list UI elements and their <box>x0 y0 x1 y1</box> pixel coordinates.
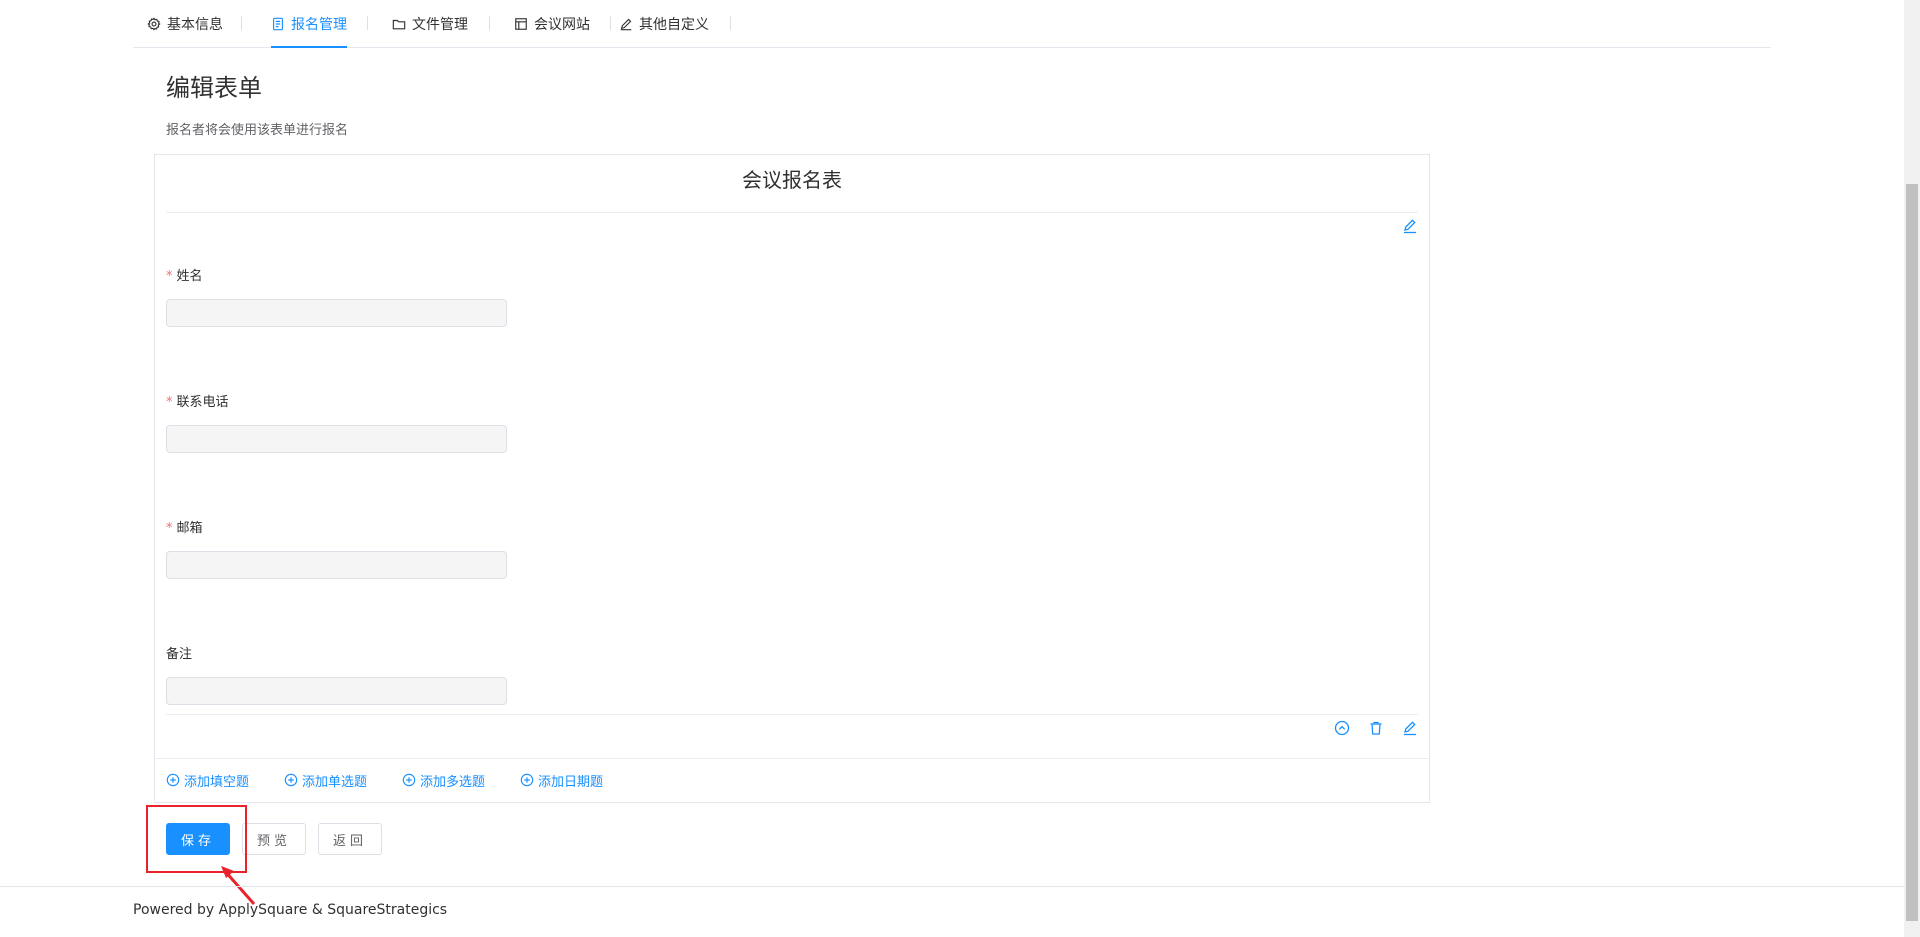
remarks-input[interactable] <box>166 677 507 705</box>
add-fill-blank-link[interactable]: 添加填空题 <box>166 771 249 790</box>
delete-field-button[interactable] <box>1367 719 1385 737</box>
tab-other-custom[interactable]: 其他自定义 <box>619 0 709 47</box>
field-label-name: * 姓名 <box>166 269 203 284</box>
tab-file-management[interactable]: 文件管理 <box>392 0 468 47</box>
form-title: 会议报名表 <box>742 168 842 192</box>
tab-conference-website[interactable]: 会议网站 <box>514 0 590 47</box>
tab-label: 基本信息 <box>167 16 223 33</box>
tab-label: 会议网站 <box>534 16 590 33</box>
plus-circle-icon <box>166 773 180 787</box>
divider <box>166 714 1418 715</box>
edit-icon <box>1404 721 1416 736</box>
edit-field-button[interactable] <box>1401 719 1419 737</box>
scrollbar-thumb[interactable] <box>1906 184 1918 921</box>
form-editor-panel <box>154 154 1430 803</box>
plus-circle-icon <box>520 773 534 787</box>
document-icon <box>273 17 283 30</box>
trash-icon <box>1370 721 1382 735</box>
required-mark: * <box>166 395 173 410</box>
folder-icon <box>392 19 406 29</box>
footer-credit: Powered by ApplySquare & SquareStrategic… <box>133 902 448 918</box>
tab-divider <box>489 16 490 30</box>
annotation-arrow-icon <box>221 866 256 905</box>
edit-title-button[interactable] <box>1401 217 1419 235</box>
plus-circle-icon <box>284 773 298 787</box>
required-mark: * <box>166 521 173 536</box>
tab-bar: 基本信息 报名管理 文件管理 会议网站 其他自定义 <box>133 0 1771 48</box>
page-subtitle: 报名者将会使用该表单进行报名 <box>166 123 349 138</box>
add-multi-choice-link[interactable]: 添加多选题 <box>402 771 485 790</box>
tab-divider <box>610 16 611 30</box>
edit-icon <box>1404 219 1416 234</box>
page-scrollbar[interactable] <box>1904 0 1920 937</box>
tab-label: 报名管理 <box>291 16 347 33</box>
field-label-remarks: 备注 <box>166 647 193 662</box>
field-label-email: * 邮箱 <box>166 521 203 536</box>
tab-label: 其他自定义 <box>639 16 709 33</box>
name-input[interactable] <box>166 299 507 327</box>
gear-icon <box>147 16 161 31</box>
tab-basic-info[interactable]: 基本信息 <box>147 0 223 47</box>
tab-divider <box>730 16 731 30</box>
tab-registration[interactable]: 报名管理 <box>271 0 347 48</box>
add-single-choice-link[interactable]: 添加单选题 <box>284 771 367 790</box>
phone-input[interactable] <box>166 425 507 453</box>
tab-divider <box>367 16 368 30</box>
required-mark: * <box>166 269 173 284</box>
preview-button[interactable]: 预览 <box>242 823 306 855</box>
divider <box>166 212 1418 213</box>
plus-circle-icon <box>402 773 416 787</box>
layout-icon <box>515 17 527 30</box>
pencil-icon <box>620 18 632 30</box>
tab-divider <box>241 16 242 30</box>
tab-label: 文件管理 <box>412 16 468 33</box>
back-button[interactable]: 返回 <box>318 823 382 855</box>
add-date-question-link[interactable]: 添加日期题 <box>520 771 603 790</box>
page-title: 编辑表单 <box>166 74 262 102</box>
email-input[interactable] <box>166 551 507 579</box>
move-up-button[interactable] <box>1333 719 1351 737</box>
footer-divider <box>0 886 1904 887</box>
field-label-phone: * 联系电话 <box>166 395 229 410</box>
chevron-up-circle-icon <box>1334 720 1350 736</box>
divider <box>155 758 1429 759</box>
